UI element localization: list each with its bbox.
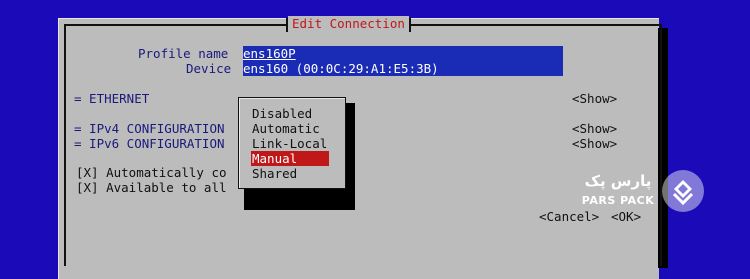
device-label: Device xyxy=(186,61,232,76)
pars-pack-logo: پارس پک PARS PACK xyxy=(582,168,706,214)
available-all-checkbox[interactable]: [X] Available to all xyxy=(76,180,227,195)
ipv6-method-dropdown: Disabled Automatic Link-Local Manual Sha… xyxy=(238,97,346,189)
option-shared[interactable]: Shared xyxy=(251,166,329,181)
ethernet-show-button[interactable]: <Show> xyxy=(572,91,617,106)
section-ipv4[interactable]: = IPv4 CONFIGURATION xyxy=(74,121,225,136)
profile-name-field[interactable]: ens160P xyxy=(243,46,563,61)
profile-name-value: ens160P xyxy=(243,46,296,61)
dialog-title: Edit Connection xyxy=(286,16,411,33)
device-field[interactable]: ens160 (00:0C:29:A1:E5:3B) xyxy=(243,61,563,76)
logo-text-fa: پارس پک xyxy=(585,172,652,191)
device-value: ens160 (00:0C:29:A1:E5:3B) xyxy=(243,61,439,76)
pars-pack-logo-graphic: پارس پک PARS PACK xyxy=(582,170,704,212)
option-link-local[interactable]: Link-Local xyxy=(251,136,329,151)
ipv6-show-button[interactable]: <Show> xyxy=(572,136,617,151)
logo-circle-icon xyxy=(662,170,704,212)
option-automatic[interactable]: Automatic xyxy=(251,121,329,136)
section-ethernet[interactable]: = ETHERNET xyxy=(74,91,149,106)
logo-text-en: PARS PACK xyxy=(582,194,654,207)
profile-name-label: Profile name xyxy=(138,46,229,61)
auto-connect-checkbox[interactable]: [X] Automatically co xyxy=(76,165,227,180)
option-manual[interactable]: Manual xyxy=(251,151,329,166)
ipv4-show-button[interactable]: <Show> xyxy=(572,121,617,136)
option-disabled[interactable]: Disabled xyxy=(251,106,329,121)
section-ipv6[interactable]: = IPv6 CONFIGURATION xyxy=(74,136,225,151)
